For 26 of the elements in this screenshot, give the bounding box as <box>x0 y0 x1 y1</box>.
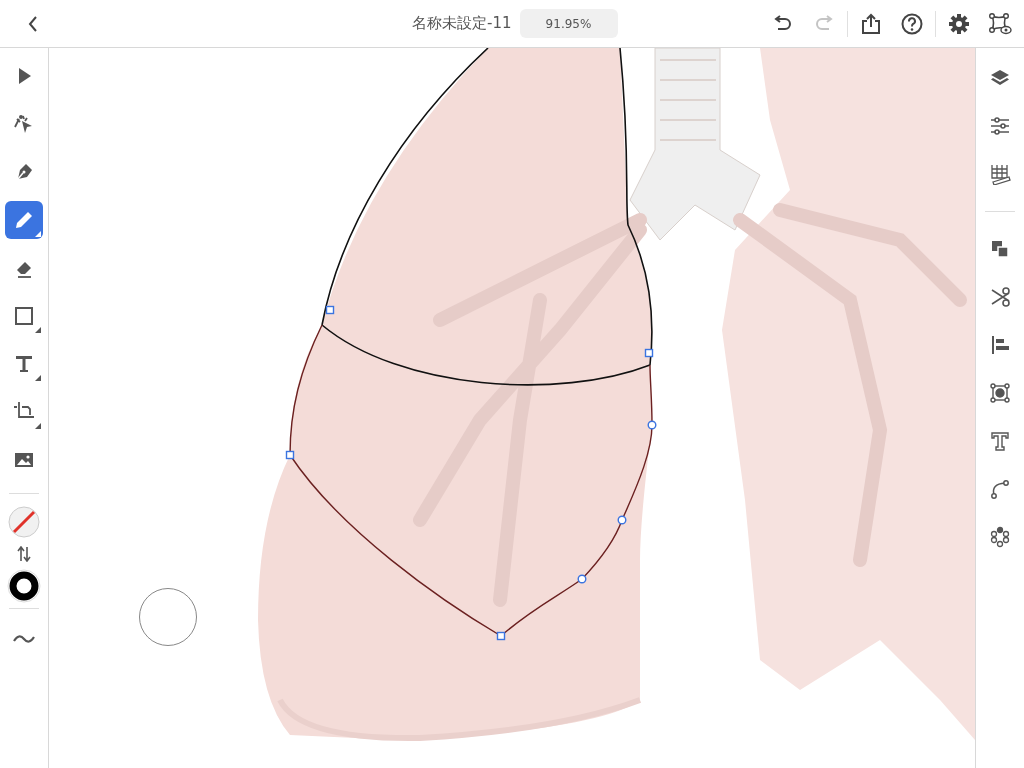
fill-none-swatch[interactable] <box>6 504 42 540</box>
scissors-icon[interactable] <box>989 286 1011 308</box>
type-icon[interactable] <box>989 430 1011 452</box>
submenu-corner-icon <box>35 423 41 429</box>
touch-shortcut-control[interactable] <box>139 588 197 646</box>
pencil-icon <box>13 209 35 231</box>
stroke-swatch[interactable] <box>6 568 42 604</box>
rectangle-icon <box>13 305 35 327</box>
type-icon <box>13 353 35 375</box>
transform-icon[interactable] <box>989 382 1011 404</box>
undo-arrow-icon <box>772 14 794 33</box>
align-icon[interactable] <box>989 334 1011 356</box>
arrange-icon[interactable] <box>989 238 1011 260</box>
grid-icon[interactable] <box>989 163 1011 185</box>
redo-arrow-icon <box>813 14 835 33</box>
swap-arrows-icon[interactable] <box>16 546 32 562</box>
submenu-corner-icon <box>35 231 41 237</box>
properties-icon[interactable] <box>989 115 1011 137</box>
path-icon[interactable] <box>989 478 1011 500</box>
chevron-left-icon <box>27 14 39 33</box>
submenu-corner-icon <box>35 375 41 381</box>
document-title: 名称未設定-11 <box>412 14 512 33</box>
wave-icon[interactable] <box>12 633 36 645</box>
zoom-level-button[interactable]: 91.95% <box>519 9 618 38</box>
pencil-tool-button[interactable] <box>5 201 43 239</box>
submenu-corner-icon <box>35 327 41 333</box>
